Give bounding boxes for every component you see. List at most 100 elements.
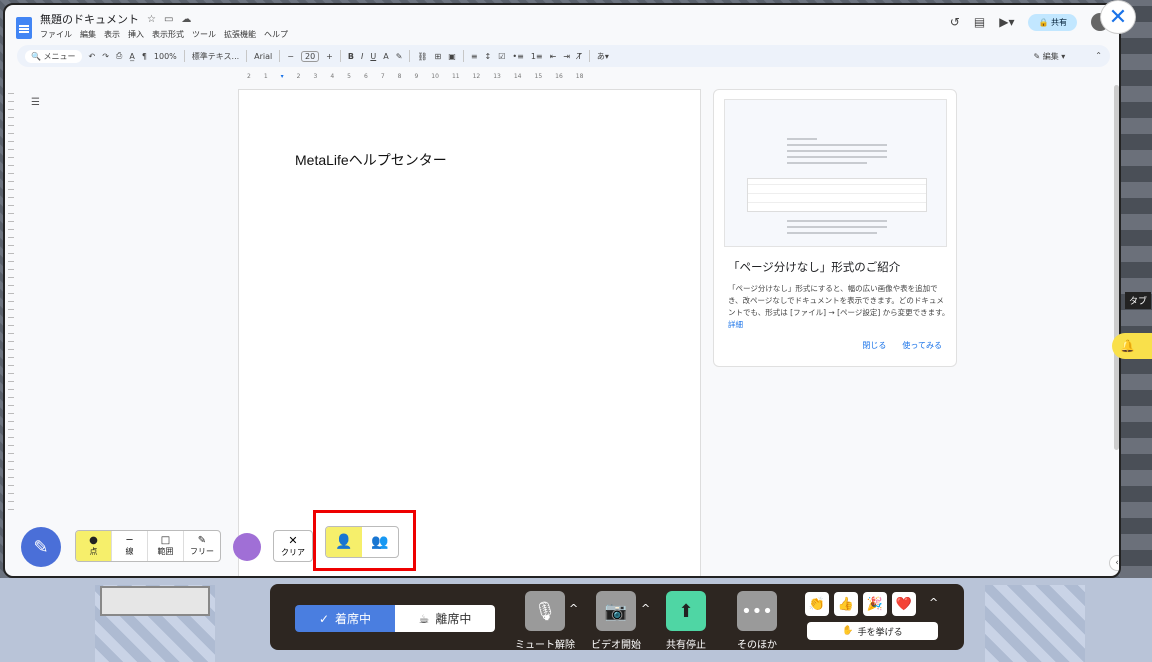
collapse-toolbar-icon[interactable]: ⌃ [1095,51,1102,62]
text-color-icon[interactable]: A [383,52,388,61]
ruler-indent-marker[interactable]: ▾ [281,73,284,80]
italic-icon[interactable]: I [361,52,363,61]
document-outline-icon[interactable]: ☰ [31,97,40,108]
edit-mode-select[interactable]: ✎ 編集 ▾ [1033,51,1065,62]
doc-title[interactable]: 無題のドキュメント [40,11,139,27]
menu-item-insert[interactable]: 挿入 [128,29,144,40]
pageless-intro-card: 「ページ分けなし」形式のご紹介 「ページ分けなし」形式にすると、幅の広い画像や表… [713,89,957,367]
ruler-tick: 5 [347,72,351,80]
menu-item-help[interactable]: ヘルプ [264,29,288,40]
align-icon[interactable]: ≡ [471,52,478,61]
document-body-text[interactable]: MetaLifeヘルプセンター [295,150,447,170]
card-try-button[interactable]: 使ってみる [902,340,942,351]
reactions-caret[interactable]: ^ [929,596,938,609]
comment-add-icon[interactable]: ⊞ [435,52,442,61]
clap-icon[interactable]: 👏 [805,592,829,616]
party-icon[interactable]: 🎉 [863,592,887,616]
tool-line[interactable]: ─ 線 [112,531,148,561]
menu-item-tools[interactable]: ツール [192,29,216,40]
checklist-icon[interactable]: ☑ [498,52,505,61]
menu-item-format[interactable]: 表示形式 [152,29,184,40]
clear-format-icon[interactable]: T̸ [577,52,582,61]
more-label: そのほか [737,640,777,651]
redo-icon[interactable]: ↷ [102,52,109,61]
pen-color-picker[interactable] [233,533,261,561]
video-control[interactable]: 📷 ビデオ開始 [582,591,650,651]
comment-icon[interactable]: ▤ [974,15,985,29]
shared-screen-window: 無題のドキュメント ☆ ▭ ☁ ファイル 編集 表示 挿入 表示形式 ツール 拡… [3,3,1121,578]
font-select[interactable]: Arial [254,52,272,61]
spellcheck-icon[interactable]: A̲ [129,52,134,61]
close-share-button[interactable]: ✕ [1100,0,1136,34]
meet-icon[interactable]: ▶▾ [999,15,1014,29]
ruler-tick: 10 [431,72,439,80]
raise-hand-button[interactable]: ✋ 手を挙げる [807,622,938,640]
document-page[interactable]: MetaLifeヘルプセンター [238,89,701,576]
single-user-mode-button[interactable]: 👤 [326,527,362,557]
tool-range[interactable]: □ 範囲 [148,531,184,561]
indent-decrease-icon[interactable]: ⇤ [550,52,557,61]
doc-title-row: 無題のドキュメント ☆ ▭ ☁ [40,11,191,27]
horizontal-ruler[interactable]: 2 1 ▾ 2 3 4 5 6 7 8 9 10 11 12 13 14 15 … [241,69,703,83]
font-size-input[interactable]: 20 [300,50,320,62]
mic-options-caret[interactable]: ^ [569,602,578,615]
highlight-icon[interactable]: ✎ [396,52,403,61]
card-close-button[interactable]: 閉じる [862,340,886,351]
history-icon[interactable]: ↺ [950,15,960,29]
heart-icon[interactable]: ❤️ [892,592,916,616]
presence-toggle: ✓ 着席中 ☕ 離席中 [295,605,495,632]
input-tools-icon[interactable]: あ▾ [597,51,609,62]
print-icon[interactable]: ⎙ [116,51,122,61]
multi-user-mode-button[interactable]: 👥 [362,527,398,557]
ruler-tick: 6 [363,72,368,80]
star-icon[interactable]: ☆ [147,14,156,25]
style-select[interactable]: 標準テキス... [192,51,239,62]
font-size-increase[interactable]: + [326,52,333,61]
share-button[interactable]: 🔒 共有 [1028,13,1077,31]
bullet-list-icon[interactable]: •≡ [512,52,523,61]
more-control[interactable]: ••• そのほか [723,591,791,651]
menu-item-edit[interactable]: 編集 [80,29,96,40]
share-stop-control[interactable]: ⬆ 共有停止 [652,591,720,651]
tool-range-label: 範囲 [157,547,174,556]
annotation-brush-button[interactable]: ✎ [21,527,61,567]
menu-search[interactable]: 🔍 メニュー [25,49,82,63]
video-options-caret[interactable]: ^ [641,602,650,615]
reaction-row: 👏 👍 🎉 ❤️ [805,592,916,616]
ruler-tick: 16 [555,72,563,80]
undo-icon[interactable]: ↶ [89,52,96,61]
menu-item-file[interactable]: ファイル [40,29,72,40]
menu-bar: ファイル 編集 表示 挿入 表示形式 ツール 拡張機能 ヘルプ [40,29,288,40]
document-scrollbar[interactable] [1114,85,1119,450]
thumbs-up-icon[interactable]: 👍 [834,592,858,616]
paint-format-icon[interactable]: ¶ [142,52,147,61]
numbered-list-icon[interactable]: 1≡ [531,52,543,61]
away-button[interactable]: ☕ 離席中 [395,605,495,632]
menu-item-extensions[interactable]: 拡張機能 [224,29,256,40]
present-button[interactable]: ✓ 着席中 [295,605,395,632]
collapse-arrow-icon[interactable]: ‹ [1109,555,1119,571]
folder-icon[interactable]: ▭ [164,14,173,25]
link-icon[interactable]: ⛓ [417,52,427,61]
indent-increase-icon[interactable]: ⇥ [563,52,570,61]
coffee-icon: ☕ [418,611,430,626]
line-spacing-icon[interactable]: ↕ [485,52,492,61]
mute-control[interactable]: 🎙 ミュート解除 [511,591,579,651]
card-detail-link[interactable]: 詳細 [728,320,743,329]
ruler-tick: 3 [313,72,318,80]
header-actions: ↺ ▤ ▶▾ 🔒 共有 [950,13,1109,31]
ruler-tick: 14 [513,72,522,80]
zoom-select[interactable]: 100% [154,52,177,61]
side-tab-peek[interactable]: タブ [1125,292,1152,309]
bold-icon[interactable]: B [348,52,354,61]
menu-item-view[interactable]: 表示 [104,29,120,40]
tool-free[interactable]: ✎ フリー [184,531,220,561]
range-icon: □ [160,535,171,546]
clear-button[interactable]: ✕ クリア [273,530,313,562]
image-icon[interactable]: ▣ [448,52,456,61]
notification-bell-icon[interactable]: 🔔 [1112,333,1152,359]
ruler-tick: 2 [247,72,251,80]
tool-point[interactable]: ● 点 [76,531,112,561]
underline-icon[interactable]: U [370,52,376,61]
font-size-decrease[interactable]: − [287,52,294,61]
